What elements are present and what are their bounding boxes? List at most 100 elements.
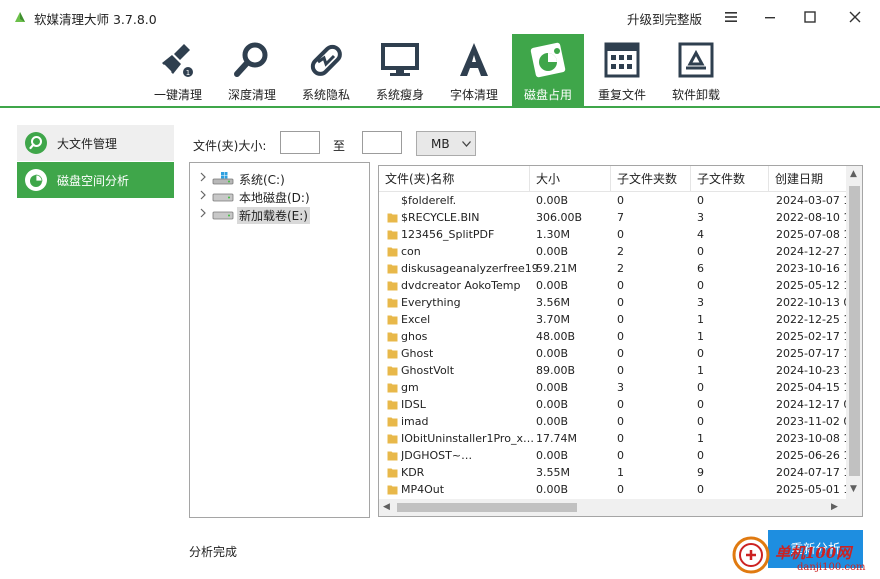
tree-node-d-drive[interactable]: 本地磁盘(D:)	[198, 187, 358, 205]
cell-folders: 0	[617, 415, 624, 428]
cell-folders: 0	[617, 330, 624, 343]
cell-files: 0	[697, 279, 704, 292]
close-button[interactable]	[842, 4, 868, 30]
title-bar: 软媒清理大师 3.7.8.0 升级到完整版	[0, 0, 880, 34]
cell-size: 0.00B	[536, 279, 569, 292]
cell-date: 2024-07-17 15	[776, 466, 846, 479]
tool-software-uninstall[interactable]: 软件卸载	[660, 34, 732, 106]
table-row[interactable]: con 0.00B 2 0 2024-12-27 14	[379, 243, 846, 260]
table-row[interactable]: IDSL 0.00B 0 0 2024-12-17 09	[379, 396, 846, 413]
sidebar-item-disk-space-analysis[interactable]: 磁盘空间分析	[17, 162, 174, 198]
column-header-size[interactable]: 大小	[530, 166, 611, 192]
font-letter-icon	[460, 43, 488, 76]
cell-name: imad	[401, 415, 429, 428]
tree-node-label: 新加载卷(E:)	[237, 207, 310, 224]
column-header-subfolders[interactable]: 子文件夹数	[611, 166, 691, 192]
maximize-icon	[804, 11, 816, 23]
cell-folders: 0	[617, 313, 624, 326]
tool-label: 系统瘦身	[375, 88, 424, 102]
column-header-name[interactable]: 文件(夹)名称	[379, 166, 530, 192]
table-row[interactable]: dvdcreator AokoTemp 0.00B 0 0 2025-05-12 14	[379, 277, 846, 294]
cell-size: 89.00B	[536, 364, 576, 377]
tool-system-privacy[interactable]: 系统隐私	[290, 34, 362, 106]
cell-name: GhostVolt	[401, 364, 455, 377]
min-size-input[interactable]	[280, 131, 320, 154]
folder-icon	[387, 298, 398, 308]
table-row[interactable]: JDGHOST~… 0.00B 0 0 2025-06-26 12	[379, 447, 846, 464]
table-row[interactable]: $RECYCLE.BIN 306.00B 7 3 2022-08-10 17	[379, 209, 846, 226]
cell-date: 2023-10-16 17	[776, 262, 846, 275]
scroll-left-arrow[interactable]: ◀	[383, 502, 390, 512]
tool-system-slim[interactable]: 系统瘦身	[364, 34, 436, 106]
cell-size: 17.74M	[536, 432, 577, 445]
cell-name: $folderelf.	[401, 194, 457, 207]
table-row[interactable]: GhostVolt 89.00B 0 1 2024-10-23 10	[379, 362, 846, 379]
minimize-button[interactable]	[757, 4, 783, 30]
recycle-icon	[678, 42, 714, 78]
app-logo-icon	[15, 12, 25, 22]
table-row[interactable]: $folderelf. 0.00B 0 0 2024-03-07 15	[379, 192, 846, 209]
column-header-created[interactable]: 创建日期	[769, 166, 846, 192]
upgrade-link[interactable]: 升级到完整版	[627, 9, 702, 28]
main-toolbar: 1 一键清理 深度清理 系统隐私 系统瘦身 字体清理 磁盘占用 重复文件 软件卸…	[0, 34, 880, 108]
search-circle-icon	[25, 132, 47, 154]
vertical-scroll-thumb[interactable]	[849, 186, 860, 476]
max-size-input[interactable]	[362, 131, 402, 154]
vertical-scrollbar[interactable]: ▲ ▼	[846, 166, 862, 499]
table-row[interactable]: gm 0.00B 3 0 2025-04-15 11	[379, 379, 846, 396]
table-row[interactable]: KDR 3.55M 1 9 2024-07-17 15	[379, 464, 846, 481]
expand-arrow-icon[interactable]	[198, 208, 208, 218]
scroll-right-arrow[interactable]: ▶	[831, 502, 838, 512]
folder-icon	[387, 213, 398, 223]
cell-files: 0	[697, 245, 704, 258]
maximize-button[interactable]	[797, 4, 823, 30]
scrollbar-corner	[846, 499, 862, 516]
cell-files: 0	[697, 381, 704, 394]
tool-deep-clean[interactable]: 深度清理	[216, 34, 288, 106]
table-row[interactable]: Everything 3.56M 0 3 2022-10-13 09	[379, 294, 846, 311]
minimize-icon	[765, 17, 775, 19]
folder-icon	[387, 349, 398, 359]
table-row[interactable]: Ghost 0.00B 0 0 2025-07-17 16	[379, 345, 846, 362]
tool-disk-usage[interactable]: 磁盘占用	[512, 34, 584, 106]
expand-arrow-icon[interactable]	[198, 190, 208, 200]
folder-icon	[387, 264, 398, 274]
cell-size: 0.00B	[536, 483, 569, 496]
scroll-up-arrow[interactable]: ▲	[850, 169, 857, 179]
tree-node-e-drive[interactable]: 新加载卷(E:)	[198, 205, 358, 224]
table-row[interactable]: MP4Out 0.00B 0 0 2025-05-01 13	[379, 481, 846, 497]
cell-size: 306.00B	[536, 211, 583, 224]
table-row[interactable]: Excel 3.70M 0 1 2022-12-25 10	[379, 311, 846, 328]
horizontal-scrollbar[interactable]: ◀ ▶	[379, 499, 846, 516]
table-row[interactable]: IObitUninstaller1Pro_x… 17.74M 0 1 2023-10-0…	[379, 430, 846, 447]
cell-date: 2025-06-26 12	[776, 449, 846, 462]
size-unit-select[interactable]: MB	[416, 131, 476, 156]
tool-label: 深度清理	[227, 88, 276, 102]
tool-font-clean[interactable]: 字体清理	[438, 34, 510, 106]
folder-icon	[387, 400, 398, 410]
menu-button[interactable]	[718, 4, 744, 30]
horizontal-scroll-thumb[interactable]	[397, 503, 577, 512]
sidebar-item-large-files[interactable]: 大文件管理	[17, 125, 174, 161]
tool-duplicate-files[interactable]: 重复文件	[586, 34, 658, 106]
cell-name: MP4Out	[401, 483, 445, 496]
cell-files: 0	[697, 483, 704, 496]
table-row[interactable]: 123456_SplitPDF 1.30M 0 4 2025-07-08 17	[379, 226, 846, 243]
column-header-subfiles[interactable]: 子文件数	[691, 166, 769, 192]
table-row[interactable]: ghos 48.00B 0 1 2025-02-17 15	[379, 328, 846, 345]
tree-node-label: 系统(C:)	[239, 173, 285, 187]
cell-size: 59.21M	[536, 262, 577, 275]
cell-date: 2024-03-07 15	[776, 194, 846, 207]
drive-icon	[212, 193, 234, 202]
table-row[interactable]: diskusageanalyzerfree19 59.21M 2 6 2023-10-1…	[379, 260, 846, 277]
tool-one-click-clean[interactable]: 1 一键清理	[142, 34, 214, 106]
scroll-down-arrow[interactable]: ▼	[850, 484, 857, 494]
tree-node-c-drive[interactable]: 系统(C:)	[198, 169, 358, 187]
table-row[interactable]: imad 0.00B 0 0 2023-11-02 09	[379, 413, 846, 430]
cell-files: 0	[697, 194, 704, 207]
cell-name: dvdcreator AokoTemp	[401, 279, 521, 292]
expand-arrow-icon[interactable]	[198, 172, 208, 182]
cell-size: 0.00B	[536, 194, 569, 207]
tool-label: 磁盘占用	[523, 88, 572, 102]
cell-size: 0.00B	[536, 245, 569, 258]
